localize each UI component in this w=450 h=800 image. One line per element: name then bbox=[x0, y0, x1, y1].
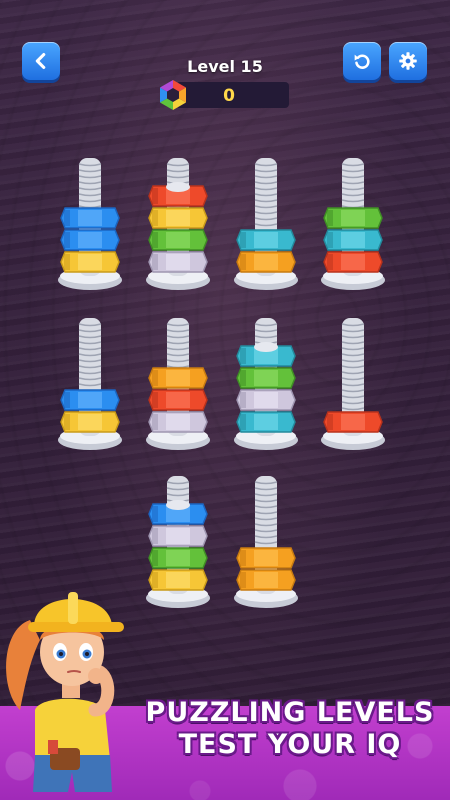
bolt-pole[interactable] bbox=[55, 150, 125, 295]
hex-nut-red bbox=[148, 389, 208, 411]
hex-nut-silver bbox=[236, 389, 296, 411]
hex-nut-orange bbox=[236, 251, 296, 273]
level-title: Level 15 bbox=[187, 57, 263, 76]
hex-nut-yellow bbox=[148, 207, 208, 229]
bolt-pole[interactable] bbox=[231, 150, 301, 295]
hex-nut-silver bbox=[148, 411, 208, 433]
hex-nut-yellow bbox=[60, 251, 120, 273]
hex-nut-blue bbox=[60, 207, 120, 229]
hex-nut-green bbox=[323, 207, 383, 229]
hex-nut-green bbox=[148, 547, 208, 569]
bolt-pole[interactable] bbox=[143, 310, 213, 455]
bolt-pole[interactable] bbox=[318, 310, 388, 455]
hex-nut-teal bbox=[323, 229, 383, 251]
hex-nut-teal bbox=[236, 411, 296, 433]
score-value: 0 bbox=[223, 86, 235, 106]
bolt-pole[interactable] bbox=[55, 310, 125, 455]
bolt-pole[interactable] bbox=[231, 310, 301, 455]
hex-nut-orange bbox=[148, 367, 208, 389]
hex-nut-blue bbox=[60, 229, 120, 251]
hex-nut-green bbox=[236, 367, 296, 389]
hex-nut-red bbox=[323, 251, 383, 273]
hex-nut-silver bbox=[148, 525, 208, 547]
bolt-pole[interactable] bbox=[318, 150, 388, 295]
bolt-pole[interactable] bbox=[143, 150, 213, 295]
bolt-pole[interactable] bbox=[143, 468, 213, 613]
hex-nut-green bbox=[148, 229, 208, 251]
hex-nut-yellow bbox=[148, 569, 208, 591]
builder-girl-illustration bbox=[6, 592, 124, 792]
rainbow-hex-nut-icon bbox=[160, 80, 186, 110]
hex-nut-red bbox=[323, 411, 383, 433]
hex-nut-blue bbox=[60, 389, 120, 411]
hex-nut-silver bbox=[148, 251, 208, 273]
hex-nut-yellow bbox=[60, 411, 120, 433]
bolt-pole[interactable] bbox=[231, 468, 301, 613]
hex-nut-teal bbox=[236, 229, 296, 251]
hex-nut-orange bbox=[236, 547, 296, 569]
hex-nut-orange bbox=[236, 569, 296, 591]
promo-line-2: TEST YOUR IQ bbox=[178, 729, 402, 760]
